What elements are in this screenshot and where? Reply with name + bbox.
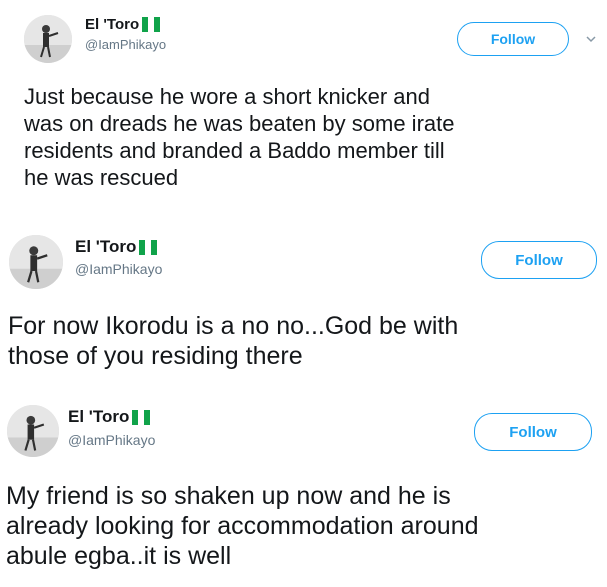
tweet-text: Just because he wore a short knicker and… [24,84,455,190]
display-name: El 'Toro [75,237,137,256]
display-name-row[interactable]: El 'Toro [75,237,158,257]
display-name-row[interactable]: El 'Toro [68,407,151,427]
avatar[interactable] [24,15,72,63]
follow-button[interactable]: Follow [457,22,569,56]
nigeria-flag-icon [142,17,161,32]
user-handle[interactable]: @IamPhikayo [75,261,162,277]
tweet-card: El 'Toro @IamPhikayo Follow For now Ikor… [0,215,607,385]
display-name: El 'Toro [85,16,140,33]
nigeria-flag-icon [139,239,158,255]
avatar-photo [7,405,59,457]
user-handle[interactable]: @IamPhikayo [85,37,166,52]
tweet-text: My friend is so shaken up now and he is … [6,482,479,570]
display-name-row[interactable]: El 'Toro [85,16,161,33]
tweet-text: For now Ikorodu is a no no...God be with… [8,312,459,370]
tweet-card: El 'Toro @IamPhikayo Follow Just because… [0,0,607,215]
nigeria-flag-icon [132,409,151,425]
user-handle[interactable]: @IamPhikayo [68,432,155,448]
display-name: El 'Toro [68,407,130,426]
chevron-down-icon[interactable] [586,34,596,44]
avatar[interactable] [7,405,59,457]
avatar-photo [24,15,72,63]
tweet-card: El 'Toro @IamPhikayo Follow My friend is… [0,385,607,587]
avatar-photo [9,235,63,289]
avatar[interactable] [9,235,63,289]
follow-button[interactable]: Follow [481,241,597,279]
follow-button[interactable]: Follow [474,413,592,451]
